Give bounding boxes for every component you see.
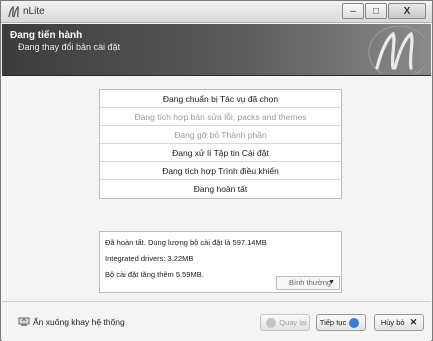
back-label: Quay lại (279, 318, 307, 327)
nlite-logo-icon (368, 26, 425, 74)
close-icon: ✕ (409, 317, 418, 327)
header-title: Đang tiến hành (10, 30, 83, 41)
task-item: Đang chuẩn bị Tác vụ đã chọn (100, 90, 341, 108)
tray-label: Ẩn xuống khay hệ thống (33, 316, 125, 327)
task-list: Đang chuẩn bị Tác vụ đã chọn Đang tích h… (99, 89, 342, 199)
system-tray-icon (18, 317, 30, 326)
header-banner: Đang tiến hành Đang thay đổi bản cài đặt (2, 24, 431, 76)
task-item: Đang hoàn tất (193, 184, 248, 194)
title-bar[interactable]: nLite – □ X (1, 1, 432, 23)
close-button[interactable]: X (388, 3, 426, 19)
chevron-down-icon: ▼ (328, 279, 335, 286)
task-item: Đang tích hợp bản sửa lỗi, packs and the… (100, 108, 341, 126)
back-arrow-icon (266, 317, 277, 328)
minimize-button[interactable]: – (342, 3, 364, 19)
log-line: Bộ cài đặt tăng thêm 5.59MB. (105, 270, 204, 279)
header-subtitle: Đang thay đổi bản cài đặt (18, 42, 121, 52)
nlite-app-icon (8, 5, 19, 18)
task-item: Đang gỡ bỏ Thành phần (100, 126, 341, 144)
task-item: Đang xử lí Tập tin Cài đặt (100, 144, 341, 162)
log-panel[interactable]: Đã hoàn tất. Dung lượng bộ cài đặt là 59… (99, 231, 342, 293)
back-button[interactable]: Quay lại (260, 314, 310, 331)
nlite-window: nLite – □ X Đang tiến hành Đang thay đổi… (0, 0, 433, 341)
priority-value: Bình thường (289, 278, 332, 287)
minimize-to-tray-link[interactable]: Ẩn xuống khay hệ thống (18, 316, 125, 327)
footer-bar: Ẩn xuống khay hệ thống Quay lại Tiếp tục… (2, 301, 431, 341)
cancel-button[interactable]: Hủy bỏ ✕ (374, 314, 424, 331)
cancel-label: Hủy bỏ (380, 318, 405, 327)
next-label: Tiếp tục (319, 318, 347, 327)
log-line: Đã hoàn tất. Dung lượng bộ cài đặt là 59… (105, 238, 267, 247)
log-line: Integrated drivers: 3.22MB (105, 254, 194, 263)
priority-dropdown[interactable]: Bình thường ▼ (276, 276, 340, 290)
task-item: Đang tích hợp Trình điều khiển (100, 162, 341, 180)
next-arrow-icon (349, 317, 360, 328)
window-controls: – □ X (341, 3, 426, 19)
next-button[interactable]: Tiếp tục (316, 314, 366, 331)
window-title: nLite (23, 6, 45, 17)
maximize-button[interactable]: □ (365, 3, 387, 19)
